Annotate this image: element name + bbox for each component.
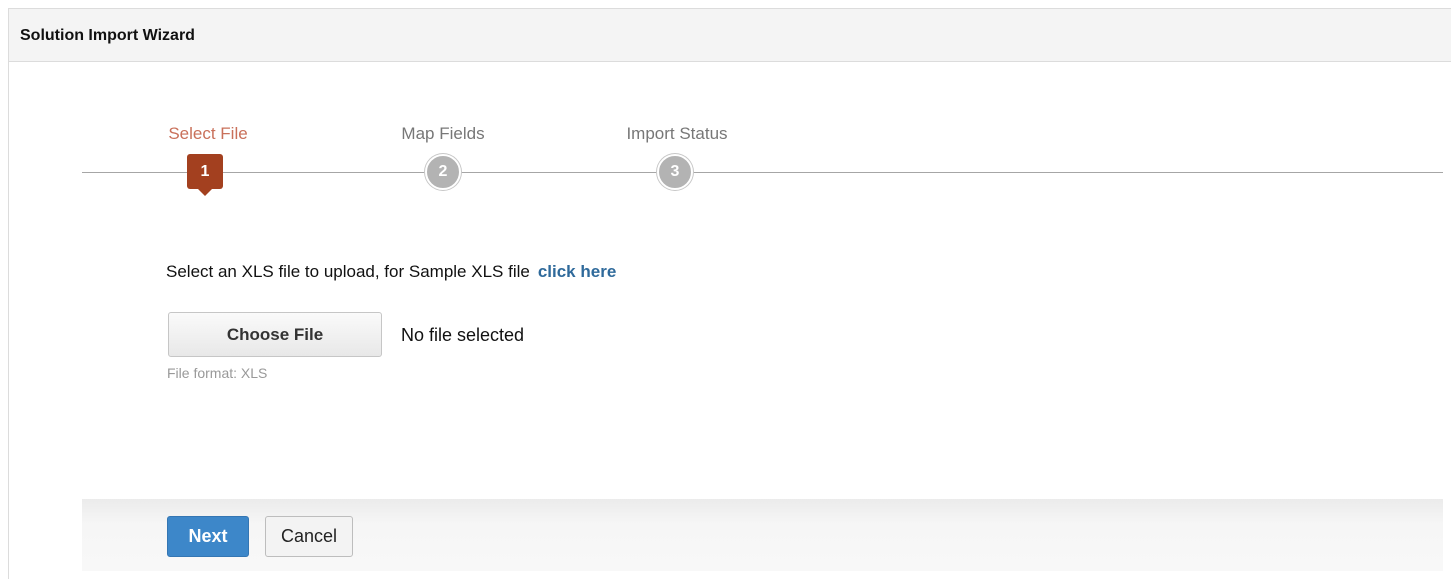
step-label-map-fields: Map Fields bbox=[401, 124, 485, 143]
step-badge-2: 2 bbox=[425, 154, 461, 190]
next-button[interactable]: Next bbox=[167, 516, 249, 557]
step-label-select-file: Select File bbox=[168, 124, 248, 143]
panel-header: Solution Import Wizard bbox=[9, 9, 1451, 62]
step-label-import-status: Import Status bbox=[626, 124, 728, 143]
step-badge-1: 1 bbox=[187, 154, 223, 196]
file-format-hint: File format: XLS bbox=[167, 365, 268, 381]
cancel-button[interactable]: Cancel bbox=[265, 516, 353, 557]
choose-file-button[interactable]: Choose File bbox=[168, 312, 382, 357]
step-badge-3: 3 bbox=[657, 154, 693, 190]
import-wizard-panel: Solution Import Wizard bbox=[8, 8, 1451, 579]
stepper-line bbox=[82, 172, 1443, 173]
file-status-text: No file selected bbox=[401, 325, 525, 345]
sample-xls-link[interactable]: click here bbox=[538, 262, 616, 281]
page-title: Solution Import Wizard bbox=[20, 27, 195, 44]
upload-prompt-text: Select an XLS file to upload, for Sample… bbox=[166, 262, 530, 281]
upload-instructions: Select an XLS file to upload, for Sample… bbox=[166, 262, 616, 282]
